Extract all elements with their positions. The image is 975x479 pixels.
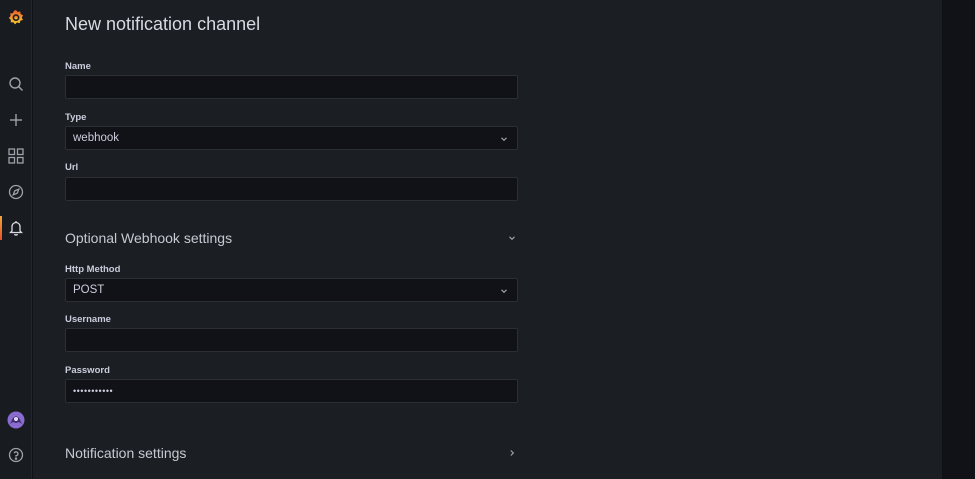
http-method-label: Http Method: [65, 264, 121, 275]
chevron-down-icon: [501, 137, 507, 142]
notification-section-title[interactable]: Notification settings: [65, 445, 186, 461]
http-method-select[interactable]: POST: [65, 278, 518, 302]
search-icon[interactable]: [0, 70, 32, 98]
avatar[interactable]: [0, 406, 32, 434]
bell-icon[interactable]: [0, 214, 32, 242]
chevron-down-icon[interactable]: [507, 233, 517, 243]
http-method-value: POST: [73, 284, 105, 296]
username-label: Username: [65, 314, 111, 325]
compass-icon[interactable]: [0, 178, 32, 206]
webhook-section-title[interactable]: Optional Webhook settings: [65, 230, 232, 246]
name-label: Name: [65, 61, 91, 72]
plus-icon[interactable]: [0, 106, 32, 134]
chevron-right-icon[interactable]: [507, 448, 517, 458]
type-select[interactable]: webhook: [65, 126, 518, 150]
name-input[interactable]: [65, 75, 518, 99]
url-input[interactable]: [65, 177, 518, 201]
grafana-logo-icon[interactable]: [0, 4, 32, 32]
dashboards-icon[interactable]: [0, 142, 32, 170]
main-content: New notification channel Name Type webho…: [33, 0, 942, 479]
page-title: New notification channel: [65, 14, 261, 34]
chevron-down-icon: [501, 289, 507, 294]
scrollbar-track[interactable]: [942, 0, 975, 479]
type-select-value: webhook: [73, 132, 120, 144]
sidebar: [0, 0, 32, 479]
type-label: Type: [65, 112, 87, 123]
username-input[interactable]: [65, 328, 518, 352]
help-icon[interactable]: [0, 441, 32, 469]
url-label: Url: [65, 162, 79, 173]
password-input[interactable]: •••••••••••: [65, 379, 518, 403]
password-label: Password: [65, 365, 110, 376]
app-window: New notification channel Name Type webho…: [0, 0, 975, 479]
